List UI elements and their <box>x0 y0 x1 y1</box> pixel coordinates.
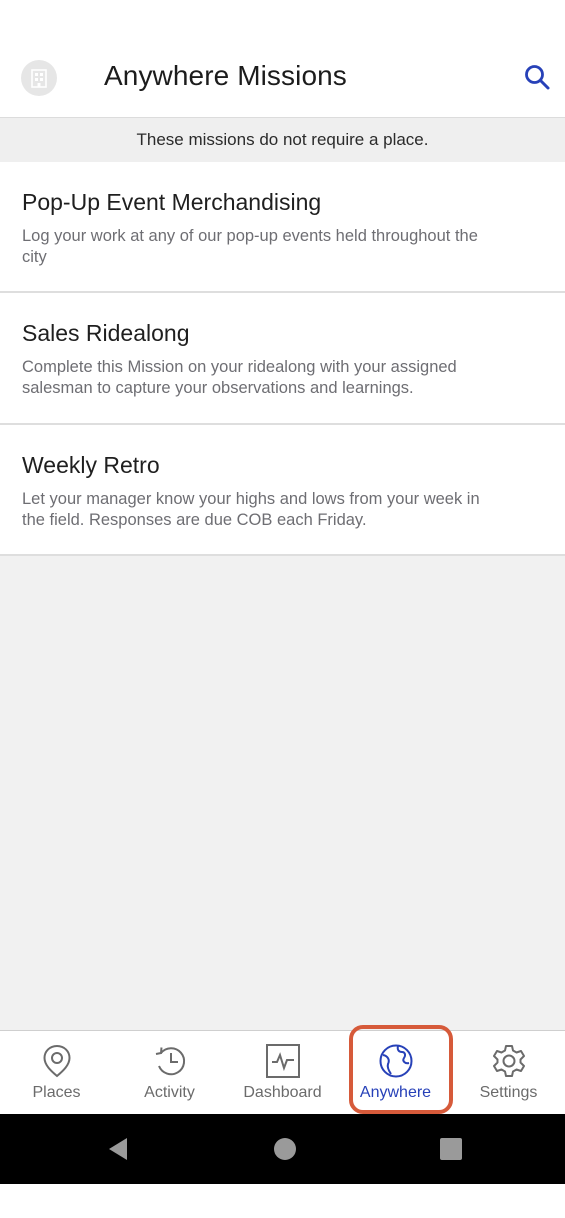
building-icon[interactable] <box>21 60 57 96</box>
nav-label: Activity <box>144 1084 195 1101</box>
mission-title: Weekly Retro <box>22 452 160 478</box>
system-navigation-bar <box>0 1114 565 1184</box>
top-app-bar: Anywhere Missions <box>0 38 565 118</box>
mission-description: Log your work at any of our pop-up event… <box>22 227 478 266</box>
nav-label: Dashboard <box>243 1084 322 1101</box>
mission-card-pop-up-event[interactable]: Pop-Up Event Merchandising Log your work… <box>0 162 565 293</box>
nav-item-places[interactable]: Places <box>0 1031 113 1115</box>
app: Anywhere Missions These missions do not … <box>0 0 565 1218</box>
history-icon <box>152 1043 188 1079</box>
nav-label: Places <box>32 1084 81 1101</box>
nav-label: Anywhere <box>359 1084 432 1101</box>
search-icon[interactable] <box>520 60 554 94</box>
mission-description: Let your manager know your highs and low… <box>22 490 480 529</box>
home-icon[interactable] <box>255 1114 315 1184</box>
recents-icon[interactable] <box>421 1114 481 1184</box>
mission-list-area[interactable]: These missions do not require a place. P… <box>0 118 565 1030</box>
nav-item-settings[interactable]: Settings <box>452 1031 565 1115</box>
globe-icon <box>378 1043 414 1079</box>
info-banner: These missions do not require a place. <box>0 118 565 162</box>
nav-label: Settings <box>479 1084 538 1101</box>
nav-item-dashboard[interactable]: Dashboard <box>226 1031 339 1115</box>
nav-item-activity[interactable]: Activity <box>113 1031 226 1115</box>
mission-title: Sales Ridealong <box>22 320 190 346</box>
mission-card-sales-ridealong[interactable]: Sales Ridealong Complete this Mission on… <box>0 293 565 425</box>
back-icon[interactable] <box>88 1114 148 1184</box>
pulse-icon <box>265 1043 301 1079</box>
page-title: Anywhere Missions <box>104 60 347 91</box>
mission-title: Pop-Up Event Merchandising <box>22 189 322 215</box>
bottom-navigation: Places Activity Dashboard Anywhere Setti… <box>0 1030 565 1114</box>
mission-description: Complete this Mission on your ridealong … <box>22 358 457 397</box>
nav-item-anywhere[interactable]: Anywhere <box>339 1031 452 1115</box>
gear-icon <box>491 1043 527 1079</box>
mission-card-weekly-retro[interactable]: Weekly Retro Let your manager know your … <box>0 425 565 556</box>
map-pin-icon <box>39 1043 75 1079</box>
